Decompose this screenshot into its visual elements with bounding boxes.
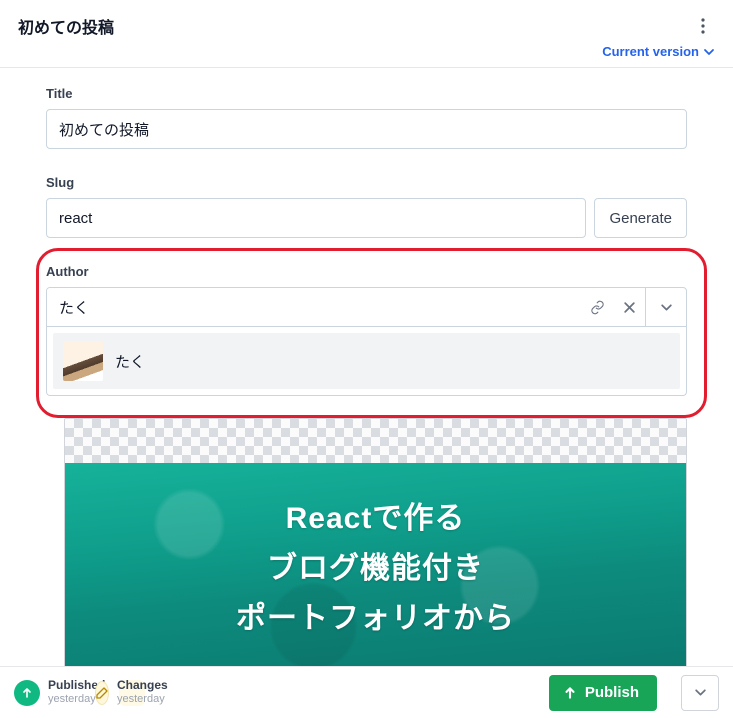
- hero-line-1: Reactで作る: [286, 493, 466, 537]
- published-icon-badge: [14, 680, 40, 706]
- changes-icon-badge: [95, 681, 109, 705]
- header-actions: Current version: [602, 14, 715, 59]
- slug-field: Slug Generate: [46, 175, 687, 238]
- author-search-input[interactable]: [47, 288, 581, 326]
- generate-slug-button[interactable]: Generate: [594, 198, 687, 238]
- chevron-down-icon: [703, 46, 715, 58]
- title-label: Title: [46, 86, 687, 101]
- more-menu-button[interactable]: [691, 14, 715, 38]
- changes-sub: yesterday: [117, 693, 168, 706]
- arrow-up-icon: [563, 686, 577, 700]
- page-header: 初めての投稿 Current version: [0, 0, 733, 68]
- hero-image: Reactで作る ブログ機能付き ポートフォリオから: [65, 463, 686, 667]
- transparency-checker: [65, 419, 686, 463]
- author-field: Author たく: [46, 264, 687, 396]
- slug-label: Slug: [46, 175, 687, 190]
- expand-button[interactable]: [646, 287, 686, 327]
- author-ref-actions: [581, 288, 686, 326]
- title-input[interactable]: [46, 109, 687, 149]
- slug-input[interactable]: [46, 198, 586, 238]
- pencil-icon: [96, 687, 108, 699]
- published-status[interactable]: Published yesterday: [14, 679, 105, 705]
- close-icon: [623, 301, 636, 314]
- author-option[interactable]: たく: [53, 333, 680, 389]
- form-body: Title Slug Generate Author: [0, 68, 733, 668]
- author-reference-row: [46, 287, 687, 327]
- title-field: Title: [46, 86, 687, 149]
- link-icon: [590, 300, 605, 315]
- version-label: Current version: [602, 44, 699, 59]
- changes-title: Changes: [117, 679, 168, 693]
- hero-line-2: ブログ機能付き: [267, 543, 484, 587]
- footer-bar: Published yesterday Changes yesterday Pu…: [0, 666, 733, 718]
- publish-options-button[interactable]: [681, 675, 719, 711]
- link-button[interactable]: [581, 287, 613, 327]
- publish-button[interactable]: Publish: [549, 675, 657, 711]
- more-vertical-icon: [701, 18, 705, 34]
- avatar: [63, 341, 103, 381]
- author-label: Author: [46, 264, 687, 279]
- author-option-name: たく: [115, 351, 145, 372]
- hero-image-field: Reactで作る ブログ機能付き ポートフォリオから: [46, 418, 687, 668]
- changes-status[interactable]: Changes yesterday: [119, 680, 145, 706]
- chevron-down-icon: [694, 686, 707, 699]
- hero-line-3: ポートフォリオから: [236, 593, 515, 637]
- hero-image-text: Reactで作る ブログ機能付き ポートフォリオから: [65, 463, 686, 667]
- arrow-up-icon: [21, 687, 33, 699]
- chevron-down-icon: [660, 301, 673, 314]
- hero-image-frame[interactable]: Reactで作る ブログ機能付き ポートフォリオから: [64, 418, 687, 668]
- version-selector[interactable]: Current version: [602, 44, 715, 59]
- page-title: 初めての投稿: [18, 14, 114, 38]
- publish-label: Publish: [585, 684, 639, 701]
- clear-button[interactable]: [613, 287, 645, 327]
- author-dropdown: たく: [46, 327, 687, 396]
